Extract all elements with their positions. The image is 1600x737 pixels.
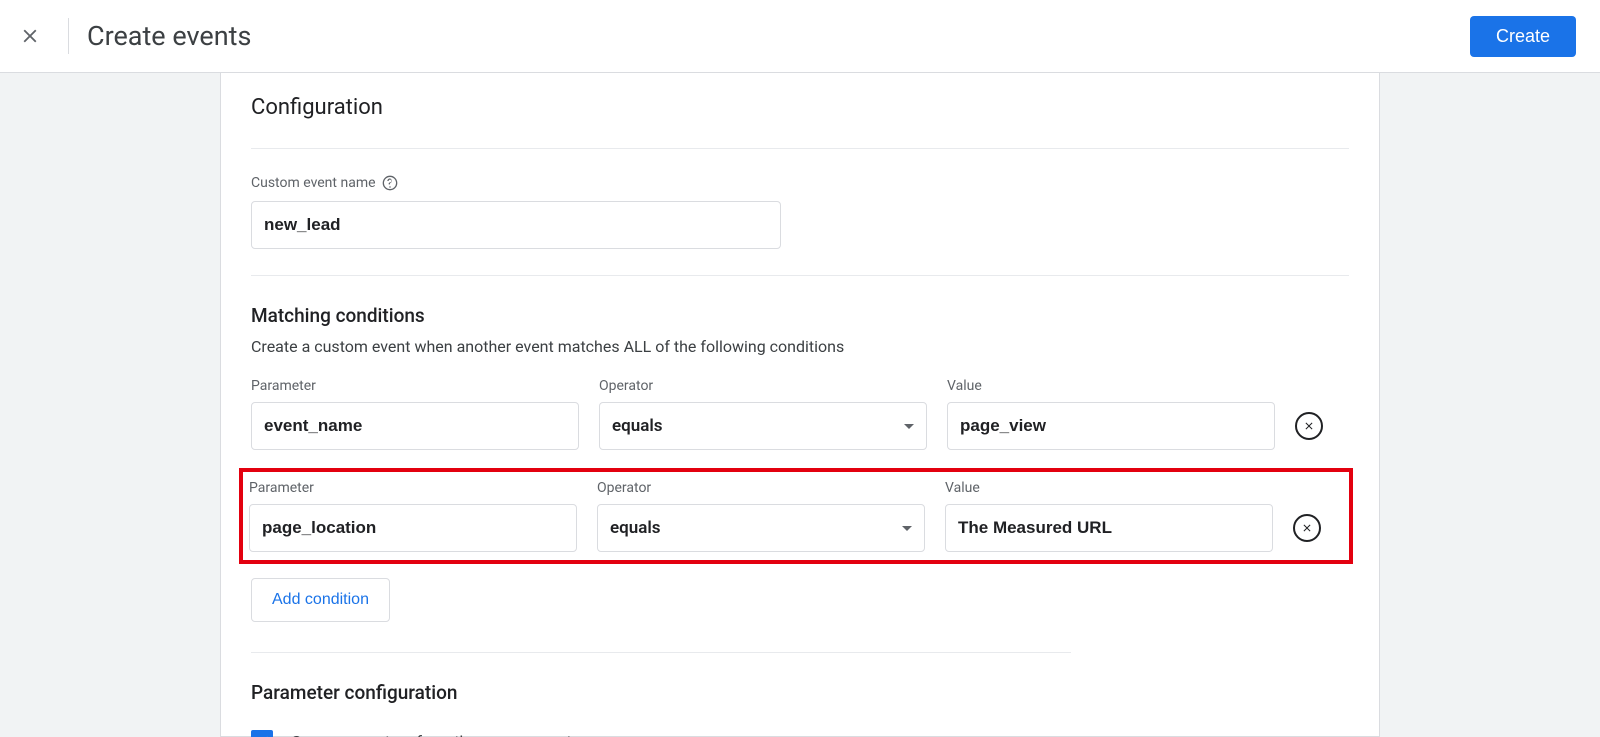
- operator-select[interactable]: equals: [597, 504, 925, 552]
- create-button[interactable]: Create: [1470, 16, 1576, 57]
- dialog-header: Create events Create: [0, 0, 1600, 73]
- header-divider: [68, 18, 69, 54]
- page-title: Create events: [87, 20, 251, 52]
- value-label: Value: [947, 378, 1275, 394]
- parameter-label: Parameter: [251, 378, 579, 394]
- close-icon: [19, 25, 41, 47]
- parameter-group: Parameter: [251, 378, 579, 450]
- body-scroll-area[interactable]: Configuration Custom event name Matching…: [0, 73, 1600, 737]
- copy-parameters-row: Copy parameters from the source event: [251, 730, 1349, 737]
- remove-condition-button[interactable]: [1293, 514, 1321, 542]
- parameter-configuration-title: Parameter configuration: [251, 681, 1349, 704]
- value-group: Value: [947, 378, 1275, 450]
- copy-parameters-label: Copy parameters from the source event: [291, 732, 572, 737]
- custom-event-name-input[interactable]: [251, 201, 781, 249]
- operator-select[interactable]: equals: [599, 402, 927, 450]
- close-button[interactable]: [10, 16, 50, 56]
- operator-label: Operator: [597, 480, 925, 496]
- configuration-title: Configuration: [251, 95, 1349, 120]
- parameter-input[interactable]: [249, 504, 577, 552]
- add-condition-button[interactable]: Add condition: [251, 578, 390, 622]
- operator-group: Operator equals: [597, 480, 925, 552]
- divider: [251, 148, 1349, 149]
- highlighted-condition: Parameter Operator equals Value: [239, 468, 1353, 564]
- divider: [251, 275, 1349, 276]
- operator-group: Operator equals: [599, 378, 927, 450]
- custom-event-name-label-text: Custom event name: [251, 175, 376, 191]
- value-input[interactable]: [945, 504, 1273, 552]
- custom-event-name-label: Custom event name: [251, 175, 1349, 191]
- parameter-input[interactable]: [251, 402, 579, 450]
- value-group: Value: [945, 480, 1273, 552]
- close-circle-icon: [1301, 522, 1313, 534]
- condition-row: Parameter Operator equals Value: [251, 378, 1349, 450]
- operator-value: equals: [612, 416, 663, 436]
- parameter-label: Parameter: [249, 480, 577, 496]
- chevron-down-icon: [902, 526, 912, 531]
- operator-label: Operator: [599, 378, 927, 394]
- matching-conditions-description: Create a custom event when another event…: [251, 337, 1349, 356]
- remove-condition-button[interactable]: [1295, 412, 1323, 440]
- divider: [251, 652, 1071, 653]
- help-icon[interactable]: [382, 175, 398, 191]
- copy-parameters-checkbox[interactable]: [251, 730, 273, 737]
- value-input[interactable]: [947, 402, 1275, 450]
- operator-value: equals: [610, 518, 661, 538]
- header-left: Create events: [10, 16, 251, 56]
- close-circle-icon: [1303, 420, 1315, 432]
- parameter-group: Parameter: [249, 480, 577, 552]
- condition-row: Parameter Operator equals Value: [249, 480, 1343, 552]
- config-panel: Configuration Custom event name Matching…: [220, 73, 1380, 737]
- chevron-down-icon: [904, 424, 914, 429]
- check-icon: [254, 733, 270, 737]
- value-label: Value: [945, 480, 1273, 496]
- matching-conditions-title: Matching conditions: [251, 304, 1349, 327]
